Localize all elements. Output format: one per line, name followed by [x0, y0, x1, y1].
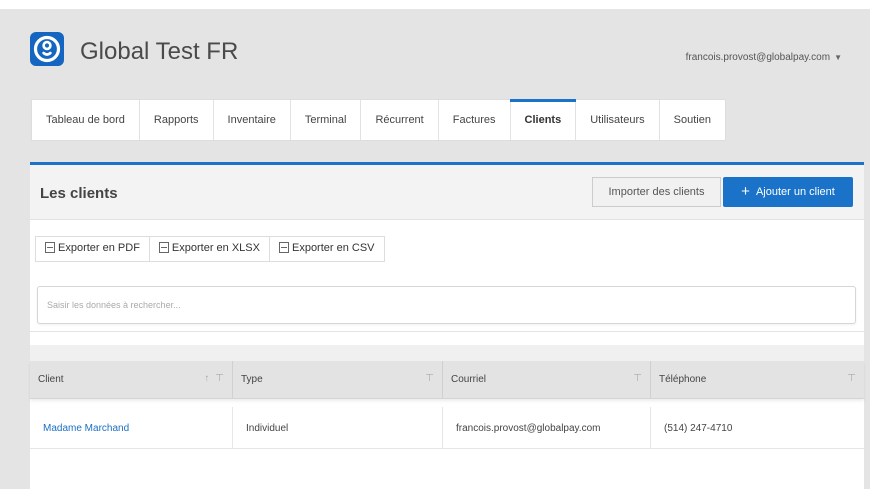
filter-icon[interactable]: ⊤	[425, 373, 434, 384]
column-label: Téléphone	[659, 374, 707, 385]
column-header-type[interactable]: Type ⊤	[233, 361, 443, 398]
tab-factures[interactable]: Factures	[439, 100, 511, 140]
cell-type: Individuel	[233, 407, 443, 448]
app-header: Global Test FR francois.provost@globalpa…	[28, 32, 850, 72]
table-header: Client ↑ ⊤ Type ⊤ Courriel ⊤ Téléphone ⊤	[30, 361, 864, 399]
tab-rapports[interactable]: Rapports	[140, 100, 214, 140]
tab-utilisateurs[interactable]: Utilisateurs	[576, 100, 660, 140]
globalpay-logo-icon[interactable]	[30, 32, 64, 66]
column-label: Type	[241, 374, 263, 385]
column-header-client[interactable]: Client ↑ ⊤	[30, 361, 233, 398]
clients-panel: Les clients Importer des clients + Ajoute…	[30, 162, 864, 489]
tab-inventaire[interactable]: Inventaire	[214, 100, 291, 140]
filter-icon[interactable]: ⊤	[847, 373, 856, 384]
app-title: Global Test FR	[80, 38, 239, 65]
export-xlsx-label: Exporter en XLSX	[171, 242, 260, 254]
export-xlsx-button[interactable]: Exporter en XLSX	[149, 237, 270, 261]
clients-table: Client ↑ ⊤ Type ⊤ Courriel ⊤ Téléphone ⊤ …	[30, 361, 864, 449]
export-toolbar: Exporter en PDF Exporter en XLSX Exporte…	[35, 236, 385, 262]
spreadsheet-icon	[45, 242, 55, 253]
tab-terminal[interactable]: Terminal	[291, 100, 362, 140]
import-clients-button[interactable]: Importer des clients	[592, 177, 721, 207]
filter-icon[interactable]: ⊤	[215, 373, 224, 384]
user-menu[interactable]: francois.provost@globalpay.com ▼	[686, 52, 842, 63]
column-header-courriel[interactable]: Courriel ⊤	[443, 361, 651, 398]
tab-recurrent[interactable]: Récurrent	[361, 100, 439, 140]
panel-header: Les clients Importer des clients + Ajoute…	[30, 165, 864, 220]
sort-arrow-icon[interactable]: ↑	[204, 373, 209, 384]
cell-courriel: francois.provost@globalpay.com	[443, 407, 651, 448]
cell-telephone: (514) 247-4710	[651, 407, 864, 448]
spreadsheet-icon	[158, 242, 169, 253]
caret-down-icon: ▼	[834, 53, 842, 62]
column-label: Courriel	[451, 374, 487, 385]
add-client-button[interactable]: + Ajouter un client	[723, 177, 853, 207]
client-type: Individuel	[246, 423, 289, 434]
top-bar	[0, 0, 870, 9]
export-pdf-button[interactable]: Exporter en PDF	[36, 237, 150, 261]
column-label: Client	[38, 374, 64, 385]
user-email: francois.provost@globalpay.com	[685, 52, 831, 63]
add-client-label: Ajouter un client	[755, 186, 835, 198]
tab-clients[interactable]: Clients	[509, 99, 577, 140]
tab-soutien[interactable]: Soutien	[660, 100, 725, 140]
panel-title: Les clients	[40, 185, 118, 202]
column-header-telephone[interactable]: Téléphone ⊤	[651, 361, 864, 398]
grid-group-strip	[30, 345, 864, 361]
tab-tableau-de-bord[interactable]: Tableau de bord	[32, 100, 140, 140]
table-row[interactable]: Madame Marchand Individuel francois.prov…	[30, 407, 864, 449]
search-input[interactable]	[37, 286, 856, 324]
spreadsheet-icon	[278, 242, 289, 253]
export-pdf-label: Exporter en PDF	[58, 242, 140, 254]
cell-client[interactable]: Madame Marchand	[30, 407, 233, 448]
export-csv-label: Exporter en CSV	[291, 242, 375, 254]
divider	[30, 331, 864, 332]
plus-icon: +	[741, 183, 750, 200]
client-name-link[interactable]: Madame Marchand	[43, 423, 129, 434]
client-email: francois.provost@globalpay.com	[456, 423, 601, 434]
client-phone: (514) 247-4710	[664, 423, 733, 434]
main-nav-tabs: Tableau de bord Rapports Inventaire Term…	[31, 99, 726, 141]
export-csv-button[interactable]: Exporter en CSV	[269, 237, 384, 261]
filter-icon[interactable]: ⊤	[633, 373, 642, 384]
